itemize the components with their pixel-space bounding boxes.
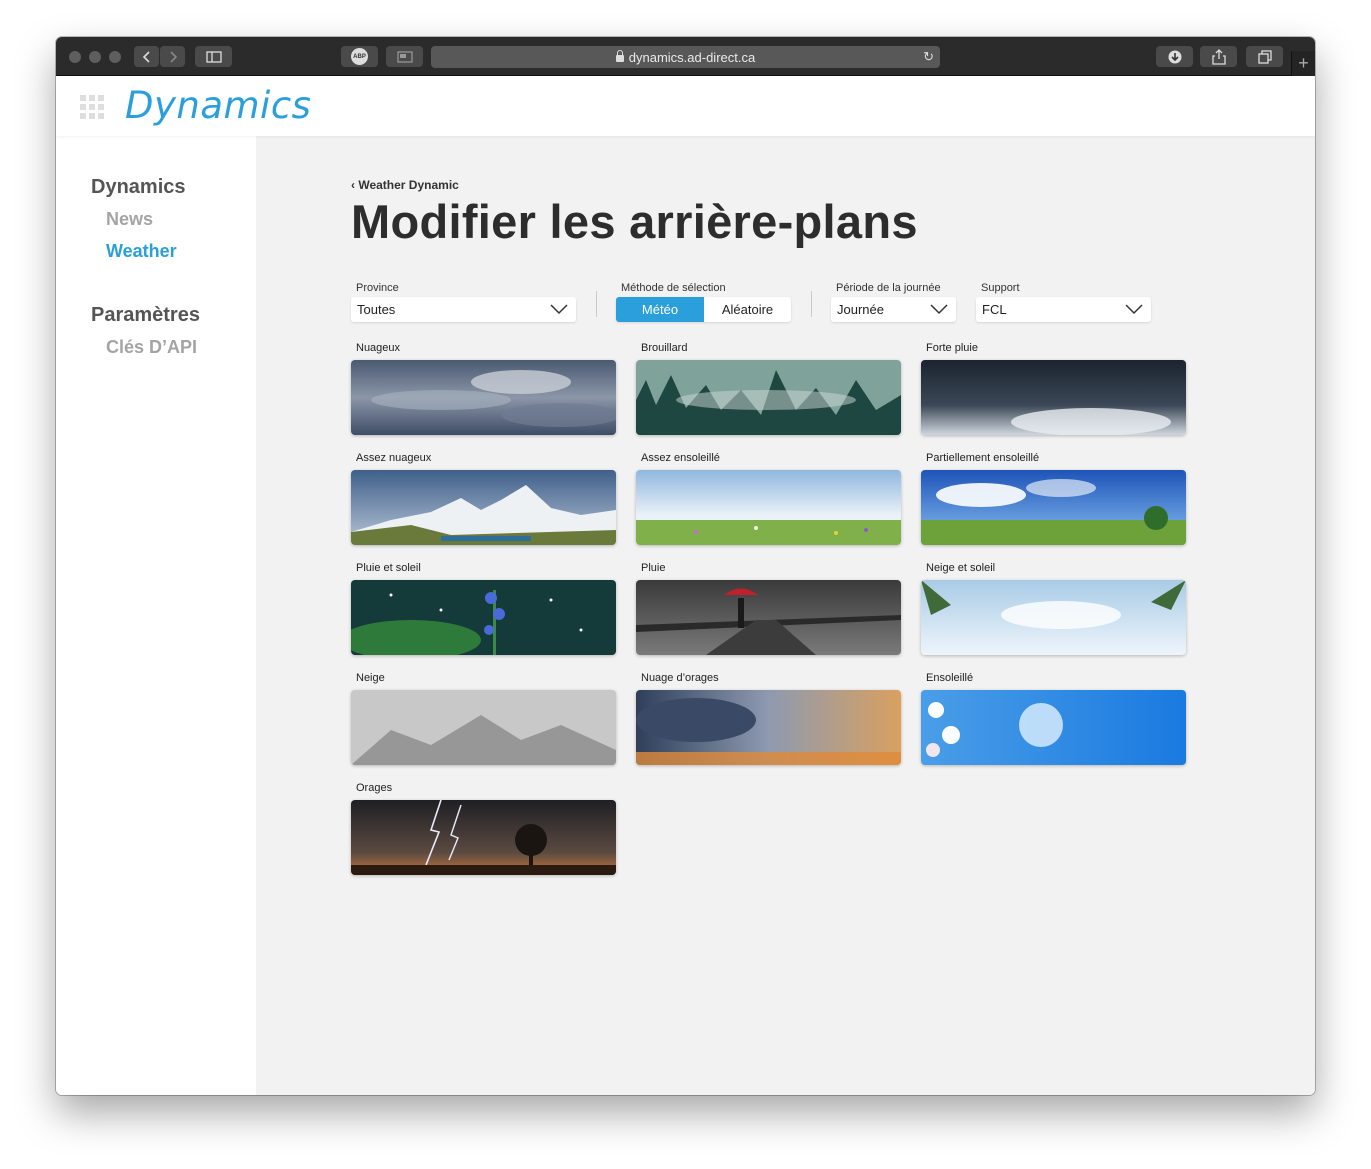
method-option-meteo[interactable]: Météo <box>616 297 704 322</box>
background-label-neige-et-soleil: Neige et soleil <box>926 562 996 574</box>
tabs-icon <box>1257 49 1272 64</box>
minimize-window-button[interactable] <box>89 51 101 63</box>
share-button[interactable] <box>1200 46 1237 67</box>
chevron-right-icon <box>169 50 177 63</box>
background-tile-assez-nuageux[interactable] <box>351 470 616 545</box>
support-label: Support <box>981 282 1020 294</box>
support-value: FCL <box>982 302 1007 317</box>
method-segmented-control: Météo Aléatoire <box>616 297 791 322</box>
forward-nav-button[interactable] <box>160 46 185 67</box>
background-tile-partiellement-ensoleille[interactable] <box>921 470 1186 545</box>
sidebar-section-parametres[interactable]: Paramètres <box>91 304 200 327</box>
adblock-extension-button[interactable]: ABP <box>341 46 378 67</box>
background-label-nuage-dorages: Nuage d’orages <box>641 672 719 684</box>
background-tile-nuageux[interactable] <box>351 360 616 435</box>
chevron-down-icon <box>930 304 948 315</box>
background-label-neige: Neige <box>356 672 385 684</box>
page-title: Modifier les arrière-plans <box>351 195 918 248</box>
background-tile-orages[interactable] <box>351 800 616 875</box>
background-label-partiellement-ensoleille: Partiellement ensoleillé <box>926 452 1040 464</box>
background-label-nuageux: Nuageux <box>356 342 401 354</box>
address-bar[interactable]: dynamics.ad-direct.ca ↻ <box>431 46 940 68</box>
close-window-button[interactable] <box>69 51 81 63</box>
background-tile-nuage-dorages[interactable] <box>636 690 901 765</box>
period-label: Période de la journée <box>836 282 941 294</box>
background-tile-neige-et-soleil[interactable] <box>921 580 1186 655</box>
main-content: ‹ Weather Dynamic Modifier les arrière-p… <box>256 136 1315 1095</box>
province-value: Toutes <box>357 302 396 317</box>
sidebar-item-api-keys[interactable]: Clés D’API <box>106 337 197 358</box>
background-label-ensoleille: Ensoleillé <box>926 672 974 684</box>
period-value: Journée <box>837 302 884 317</box>
support-select[interactable]: FCL <box>976 297 1151 322</box>
method-option-aleatoire[interactable]: Aléatoire <box>704 297 791 322</box>
sidebar-item-news[interactable]: News <box>106 209 153 230</box>
tabs-overview-button[interactable] <box>1246 46 1283 67</box>
sidebar-section-dynamics[interactable]: Dynamics <box>91 176 186 199</box>
picture-in-picture-icon <box>396 50 413 63</box>
app-header: Dynamics <box>56 76 1315 136</box>
new-tab-button[interactable]: + <box>1291 51 1315 76</box>
filter-divider <box>811 291 812 317</box>
chevron-left-icon <box>142 50 150 63</box>
background-label-pluie-et-soleil: Pluie et soleil <box>356 562 421 574</box>
app-grid-icon[interactable] <box>80 95 104 119</box>
background-tile-pluie[interactable] <box>636 580 901 655</box>
background-label-forte-pluie: Forte pluie <box>926 342 978 354</box>
chevron-down-icon <box>550 304 568 315</box>
background-label-orages: Orages <box>356 782 393 794</box>
background-label-brouillard: Brouillard <box>641 342 688 354</box>
extension-button[interactable] <box>386 46 423 67</box>
background-tile-forte-pluie[interactable] <box>921 360 1186 435</box>
breadcrumb-back-link[interactable]: ‹ Weather Dynamic <box>351 178 459 192</box>
back-nav-button[interactable] <box>134 46 159 67</box>
zoom-window-button[interactable] <box>109 51 121 63</box>
share-icon <box>1211 48 1226 65</box>
sidebar-icon <box>205 50 222 63</box>
background-tile-ensoleille[interactable] <box>921 690 1186 765</box>
reload-icon[interactable]: ↻ <box>923 49 934 65</box>
background-label-assez-nuageux: Assez nuageux <box>356 452 432 464</box>
background-tile-neige[interactable] <box>351 690 616 765</box>
lock-icon <box>615 49 624 62</box>
breadcrumb-label: Weather Dynamic <box>358 178 459 192</box>
background-tile-assez-ensoleille[interactable] <box>636 470 901 545</box>
url-text: dynamics.ad-direct.ca <box>628 49 756 65</box>
background-label-pluie: Pluie <box>641 562 666 574</box>
browser-window: ABP dynamics.ad-direct.ca ↻ + Dynamics D… <box>56 37 1315 1095</box>
background-label-assez-ensoleille: Assez ensoleillé <box>641 452 720 464</box>
downloads-button[interactable] <box>1156 46 1193 67</box>
filter-divider <box>596 291 597 317</box>
sidebar: Dynamics News Weather Paramètres Clés D’… <box>56 136 256 1095</box>
plus-icon: + <box>1298 53 1309 73</box>
period-select[interactable]: Journée <box>831 297 956 322</box>
method-label: Méthode de sélection <box>621 282 726 294</box>
app-logo[interactable]: Dynamics <box>125 84 311 127</box>
province-label: Province <box>356 282 399 294</box>
background-tile-brouillard[interactable] <box>636 360 901 435</box>
download-icon <box>1168 50 1181 63</box>
province-select[interactable]: Toutes <box>351 297 576 322</box>
browser-toolbar: ABP dynamics.ad-direct.ca ↻ + <box>56 37 1315 76</box>
adblock-icon: ABP <box>351 48 368 65</box>
sidebar-item-weather[interactable]: Weather <box>106 241 177 262</box>
background-tile-pluie-et-soleil[interactable] <box>351 580 616 655</box>
chevron-down-icon <box>1125 304 1143 315</box>
sidebar-toggle-button[interactable] <box>195 46 232 67</box>
